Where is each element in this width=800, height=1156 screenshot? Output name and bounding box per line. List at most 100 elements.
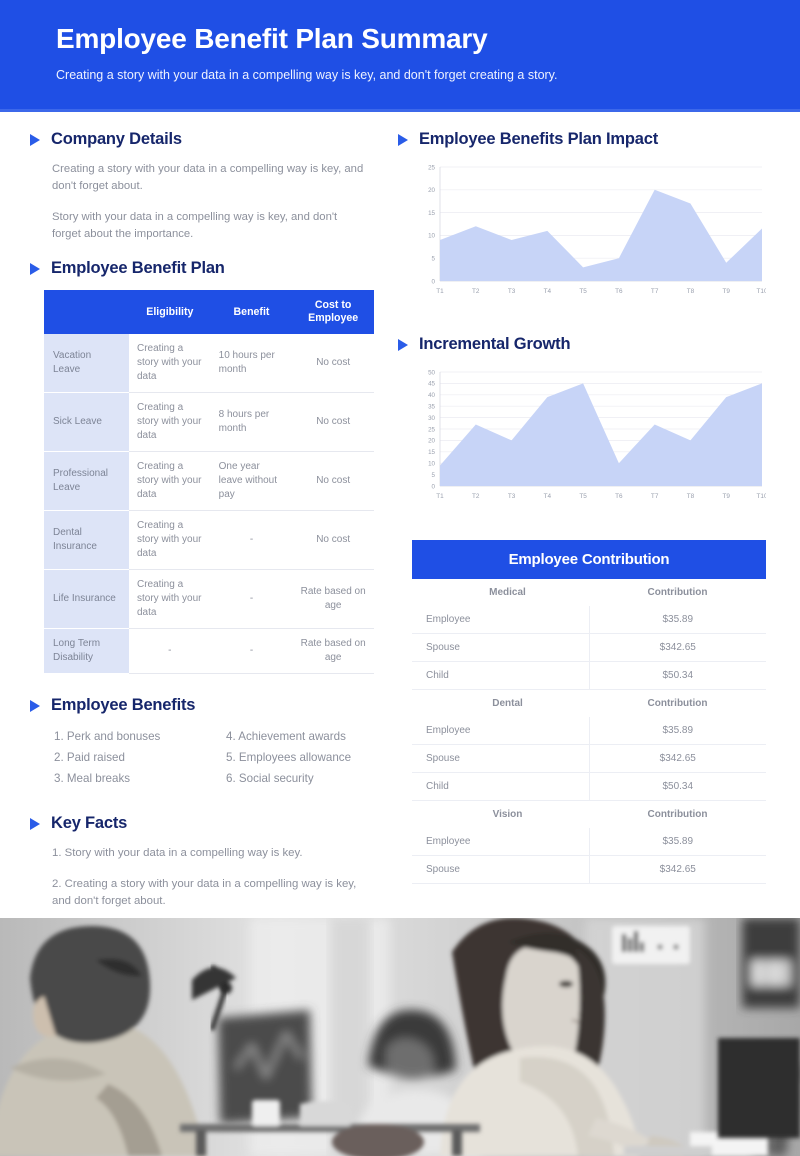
row-value: $35.89 [589,717,766,745]
group-header-row: Vision Contribution [412,800,766,828]
svg-text:T5: T5 [579,288,587,295]
employee-contribution-table: Employee Contribution Medical Contributi… [412,540,766,884]
svg-text:15: 15 [428,210,435,217]
svg-text:5: 5 [432,472,436,479]
group-header-row: Medical Contribution [412,579,766,606]
chart-title: Incremental Growth [419,335,571,353]
cell-benefit: - [210,628,293,674]
svg-text:T10: T10 [756,493,766,500]
row-label: Employee [412,828,590,856]
row-value: $35.89 [589,606,766,634]
row-label: Child [412,772,590,801]
group-label-vision: Vision [412,800,589,828]
svg-text:15: 15 [428,449,435,456]
svg-text:10: 10 [428,233,435,240]
section-title: Employee Benefit Plan [51,259,225,277]
svg-text:35: 35 [428,404,435,411]
row-label: Spouse [412,633,590,662]
row-label: Spouse [412,855,590,884]
cell-cost: Rate based on age [292,628,374,674]
area-chart-svg: 0 5 10 15 20 25 T1 T2 T3 T4 T5 T6 T7 T8 T9 T10 [428,164,766,295]
list-item: 5. Employees allowance [226,751,352,764]
svg-text:T8: T8 [687,493,695,500]
cell-cost: No cost [292,334,374,393]
svg-text:T7: T7 [651,493,659,500]
svg-text:T3: T3 [508,493,516,500]
company-details-paragraph-1: Creating a story with your data in a com… [52,163,364,192]
row-value: $35.89 [589,828,766,856]
list-item: 1. Perk and bonuses [54,730,161,743]
table-row: Employee $35.89 [412,717,766,745]
svg-text:T7: T7 [651,288,659,295]
row-value: $50.34 [589,661,766,690]
row-label: Professional Leave [44,451,129,511]
triangle-bullet-icon [398,338,408,351]
row-label: Life Insurance [44,569,129,629]
page-header: Employee Benefit Plan Summary Creating a… [0,0,800,112]
row-value: $342.65 [589,744,766,773]
svg-text:T10: T10 [756,288,766,295]
page-title: Employee Benefit Plan Summary [56,23,488,54]
row-value: $50.34 [589,772,766,801]
table-row: Child $50.34 [412,772,766,801]
section-impact-chart-heading: Employee Benefits Plan Impact [398,130,770,149]
table-row: Employee $35.89 [412,606,766,634]
group-value-header: Contribution [589,579,766,606]
table-row: Spouse $342.65 [412,744,766,773]
list-item: 3. Meal breaks [54,772,131,785]
triangle-bullet-icon [30,133,40,146]
cell-eligibility: Creating a story with your data [129,451,211,511]
svg-text:T1: T1 [436,493,444,500]
svg-text:T4: T4 [544,493,552,500]
svg-text:T2: T2 [472,493,480,500]
section-title: Key Facts [51,814,128,832]
svg-text:T4: T4 [544,288,552,295]
triangle-bullet-icon [30,817,40,830]
cell-cost: No cost [292,510,374,570]
table-header: Eligibility Benefit Cost to Employee [44,290,374,334]
svg-text:10: 10 [428,461,435,468]
section-employee-benefits-heading: Employee Benefits [30,696,382,715]
contribution-title: Employee Contribution [412,540,766,579]
cell-benefit: - [210,510,293,570]
row-label: Spouse [412,744,590,773]
column-header-cost-to-employee: Cost to Employee [292,290,374,334]
table-body: Vacation Leave Creating a story with you… [44,334,374,674]
svg-text:T3: T3 [508,288,516,295]
cell-eligibility: - [129,628,211,674]
cell-cost: Rate based on age [292,569,374,629]
chart-title: Employee Benefits Plan Impact [419,130,659,148]
svg-text:T8: T8 [687,288,695,295]
svg-text:T9: T9 [722,493,730,500]
svg-text:5: 5 [432,256,436,263]
cell-cost: No cost [292,392,374,452]
table-row: Employee $35.89 [412,828,766,856]
key-fact-2: 2. Creating a story with your data in a … [52,878,357,907]
section-title: Employee Benefits [51,696,196,714]
row-value: $342.65 [589,855,766,884]
row-label: Long Term Disability [44,628,129,674]
office-photo-illustration [0,918,800,1156]
table-row: Vacation Leave Creating a story with you… [44,334,374,393]
area-chart-svg: 0 5 10 15 20 25 30 35 40 45 50 T1 T2 T3 T4 T5 T6 T7 T8 T9 T1… [428,369,766,500]
table-row: Long Term Disability - - Rate based on a… [44,628,374,674]
svg-text:T2: T2 [472,288,480,295]
cell-cost: No cost [292,451,374,511]
svg-text:25: 25 [428,426,435,433]
svg-text:T6: T6 [615,288,623,295]
list-item: 2. Paid raised [54,751,125,764]
contribution-title-row: Employee Contribution [412,540,766,579]
cell-eligibility: Creating a story with your data [129,392,211,452]
cell-benefit: 10 hours per month [210,334,293,393]
cell-benefit: 8 hours per month [210,392,293,452]
column-header-benefit: Benefit [210,290,293,334]
triangle-bullet-icon [398,133,408,146]
company-details-paragraph-2: Story with your data in a compelling way… [52,211,338,240]
svg-text:T5: T5 [579,493,587,500]
svg-text:0: 0 [432,483,436,490]
table-row: Life Insurance Creating a story with you… [44,569,374,629]
svg-text:T1: T1 [436,288,444,295]
table-row: Dental Insurance Creating a story with y… [44,510,374,570]
header-divider [0,109,800,112]
cell-eligibility: Creating a story with your data [129,510,211,570]
